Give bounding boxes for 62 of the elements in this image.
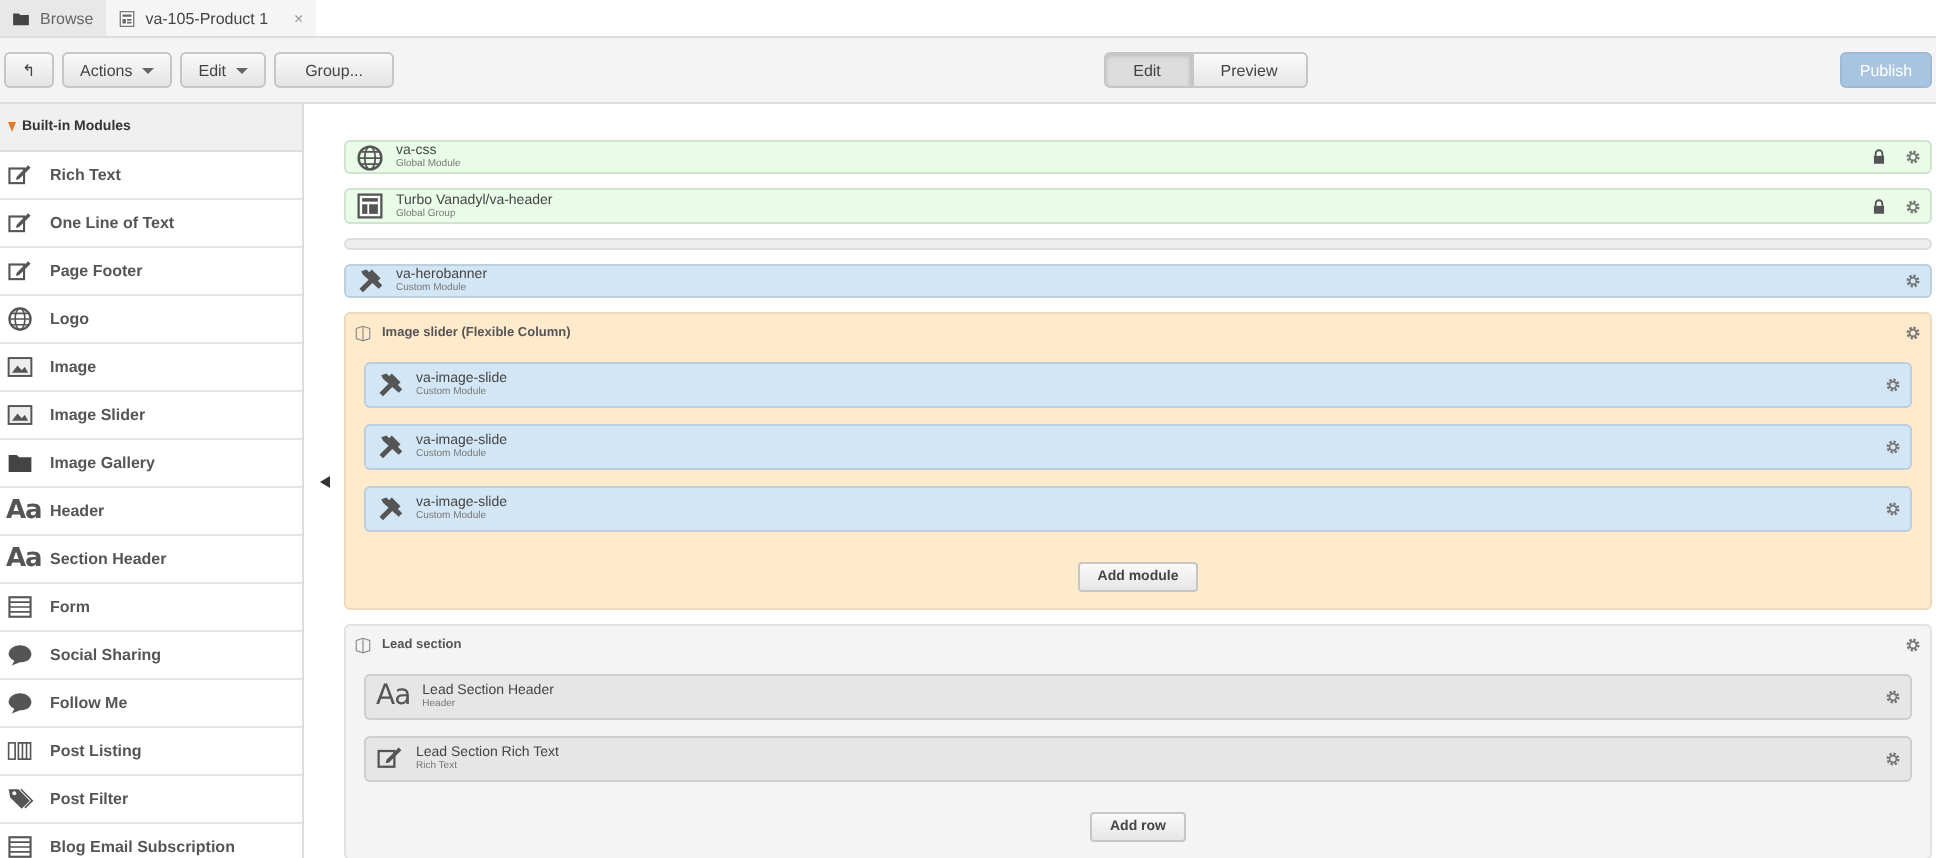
sidebar-item[interactable]: Aa Section Header: [0, 536, 302, 584]
menu-button[interactable]: Actions: [62, 52, 173, 88]
sidebar-item[interactable]: Post Filter: [0, 776, 302, 824]
edit-icon: [6, 258, 34, 284]
sidebar-item[interactable]: Image Gallery: [0, 440, 302, 488]
settings-icon[interactable]: [1884, 749, 1902, 768]
settings-icon[interactable]: [1904, 271, 1922, 290]
menu-button[interactable]: Edit: [180, 52, 267, 88]
globe-icon: [356, 143, 384, 172]
settings-icon[interactable]: [1904, 148, 1922, 167]
caret-icon: [236, 67, 249, 73]
sidebar-item[interactable]: Page Footer: [0, 248, 302, 296]
layout-icon: [356, 192, 384, 221]
form-icon: [6, 594, 34, 620]
letters-icon: Aa: [376, 682, 411, 711]
settings-icon[interactable]: [1904, 636, 1922, 655]
edit-icon: [376, 744, 404, 773]
settings-icon[interactable]: [1884, 687, 1902, 706]
sidebar-item[interactable]: Post Listing: [0, 728, 302, 776]
lock-icon: [1870, 148, 1888, 167]
mode-toggle[interactable]: Preview: [1191, 52, 1308, 88]
back-button[interactable]: ↰: [4, 52, 54, 88]
settings-icon[interactable]: [1884, 375, 1902, 394]
box-icon: [354, 324, 372, 343]
sidebar-item[interactable]: Logo: [0, 296, 302, 344]
collapse-icon[interactable]: [319, 476, 329, 488]
tab[interactable]: Browse: [0, 0, 106, 36]
tag-icon: [6, 786, 34, 812]
edit-icon: [6, 210, 34, 236]
columns-icon: [6, 738, 34, 764]
edit-icon: [6, 162, 34, 188]
lock-icon: [1870, 197, 1888, 216]
sidebar-item[interactable]: Image Slider: [0, 392, 302, 440]
box-icon: [354, 636, 372, 655]
sidebar-item[interactable]: Form: [0, 584, 302, 632]
settings-icon[interactable]: [1904, 324, 1922, 343]
sidebar-item[interactable]: Follow Me: [0, 680, 302, 728]
menu-button[interactable]: Group...: [274, 52, 395, 88]
settings-icon[interactable]: [1884, 499, 1902, 518]
tools-icon: [356, 266, 384, 295]
mode-toggle[interactable]: Edit: [1103, 52, 1192, 88]
image-icon: [6, 402, 34, 428]
sidebar-item[interactable]: Aa Header: [0, 488, 302, 536]
folder-icon: [12, 9, 30, 27]
speech-bubble-icon: [6, 642, 34, 668]
sidebar-item[interactable]: One Line of Text: [0, 200, 302, 248]
tools-icon: [376, 494, 404, 523]
sidebar-item[interactable]: Image: [0, 344, 302, 392]
tools-icon: [376, 432, 404, 461]
image-icon: [6, 354, 34, 380]
sidebar-item[interactable]: Rich Text: [0, 152, 302, 200]
settings-icon[interactable]: [1904, 197, 1922, 216]
speech-bubble-icon: [6, 690, 34, 716]
globe-icon: [6, 306, 34, 332]
folder-icon: [6, 450, 34, 476]
page-icon: [117, 9, 136, 27]
settings-icon[interactable]: [1884, 437, 1902, 456]
caret-icon: [142, 67, 155, 73]
sidebar-item[interactable]: Social Sharing: [0, 632, 302, 680]
tab[interactable]: va-105-Product 1 ×: [105, 0, 316, 36]
sidebar-item[interactable]: Blog Email Subscription: [0, 824, 302, 858]
tools-icon: [376, 370, 404, 399]
